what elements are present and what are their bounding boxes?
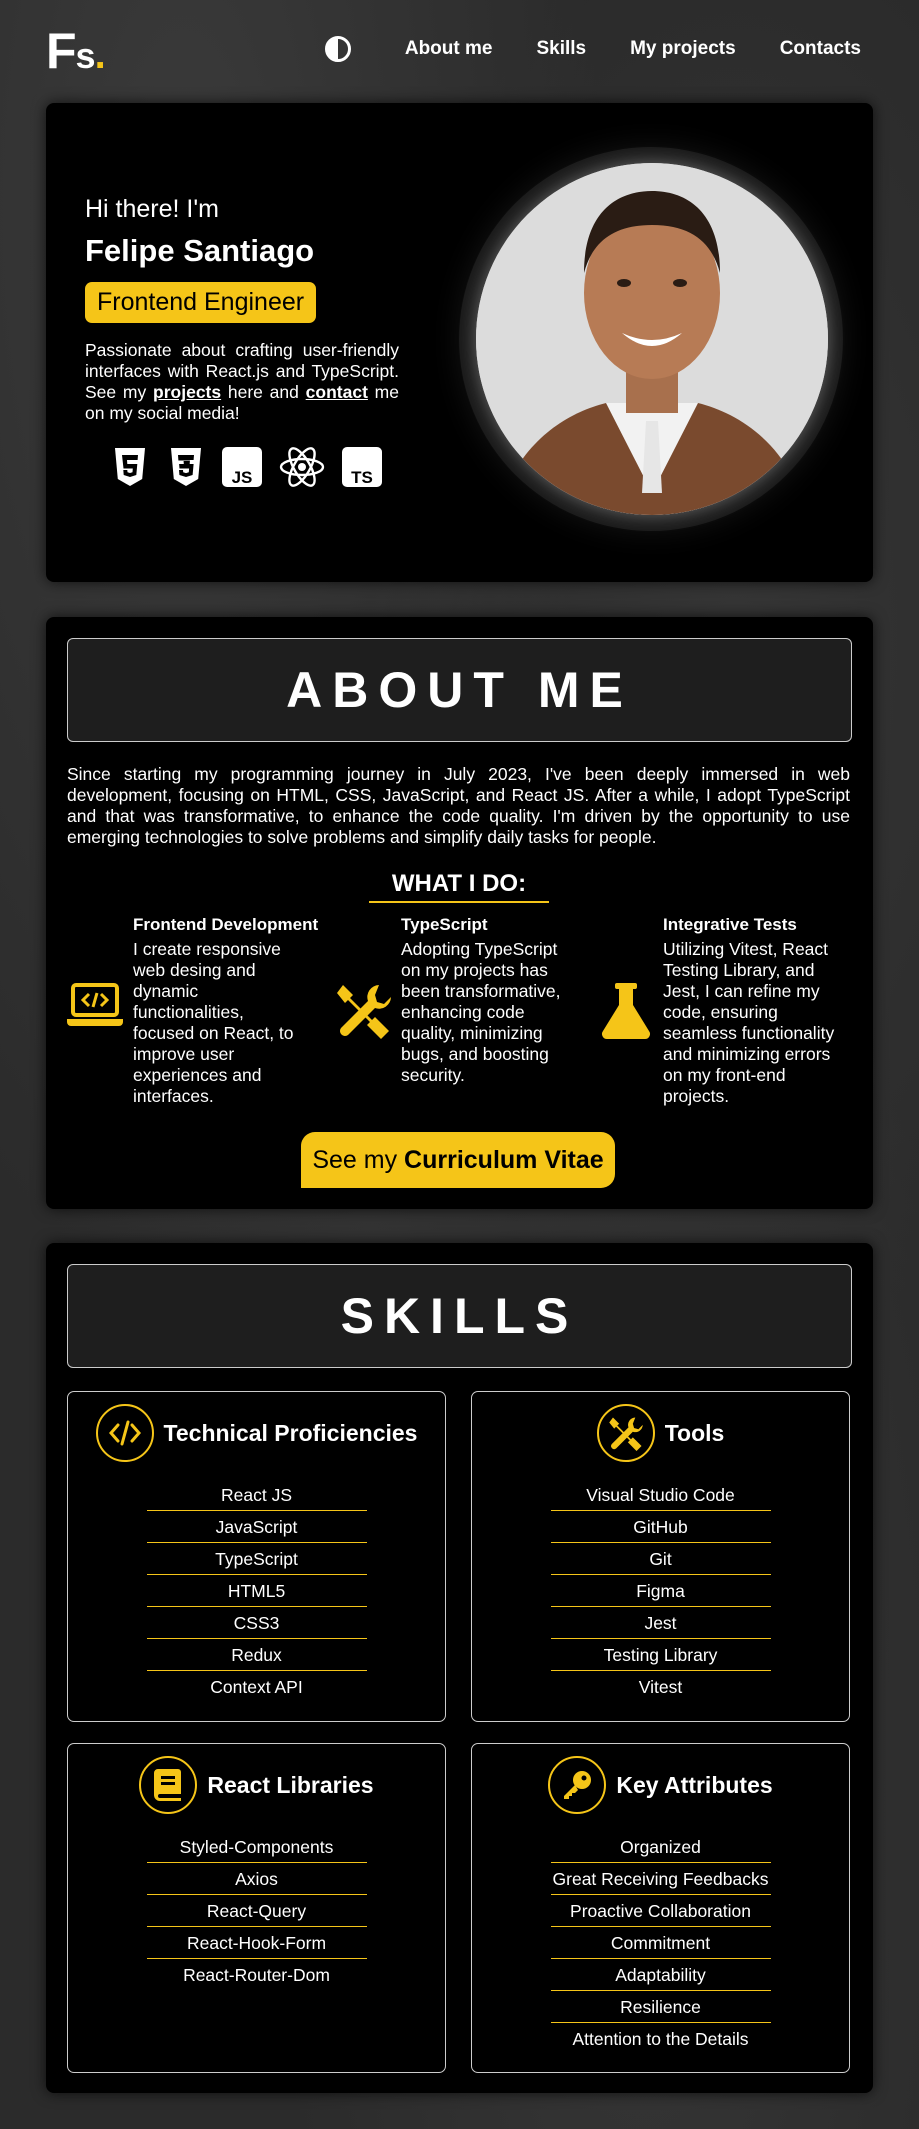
laptop-code-icon bbox=[67, 983, 123, 1032]
list-item: TypeScript bbox=[146, 1543, 367, 1575]
code-icon bbox=[95, 1404, 154, 1462]
list-item: GitHub bbox=[550, 1511, 771, 1543]
service-desc: Adopting TypeScript on my projects has b… bbox=[401, 939, 561, 1085]
list-item: Adaptability bbox=[550, 1959, 771, 1991]
service-desc: Utilizing Vitest, React Testing Library,… bbox=[663, 939, 835, 1106]
logo-f: F bbox=[46, 23, 77, 79]
list-item: React-Query bbox=[146, 1895, 367, 1927]
panel-title: Tools bbox=[664, 1419, 725, 1446]
tools-icon bbox=[596, 1404, 655, 1462]
list-item: CSS3 bbox=[146, 1607, 367, 1639]
react-icon bbox=[278, 447, 326, 487]
logo[interactable]: Fs. bbox=[46, 22, 106, 80]
nav-my-projects[interactable]: My projects bbox=[630, 38, 736, 60]
list-item: Visual Studio Code bbox=[550, 1479, 771, 1511]
curriculum-vitae-button[interactable]: See my Curriculum Vitae bbox=[301, 1132, 615, 1188]
key-icon bbox=[548, 1756, 607, 1814]
service-title: Frontend Development bbox=[133, 915, 319, 934]
tools-icon bbox=[335, 981, 393, 1044]
list-item: React JS bbox=[146, 1479, 367, 1511]
list-item: HTML5 bbox=[146, 1575, 367, 1607]
list-item: Vitest bbox=[638, 1677, 683, 1697]
list-item: Great Receiving Feedbacks bbox=[550, 1863, 771, 1895]
skills-title: SKILLS bbox=[67, 1264, 852, 1368]
list-item: Proactive Collaboration bbox=[550, 1895, 771, 1927]
about-text: Since starting my programming journey in… bbox=[67, 764, 850, 847]
about-title: ABOUT ME bbox=[67, 638, 852, 742]
greeting: Hi there! I'm bbox=[85, 195, 219, 223]
list-item: React-Hook-Form bbox=[146, 1927, 367, 1959]
service-title: TypeScript bbox=[401, 915, 488, 934]
html5-icon bbox=[110, 447, 150, 487]
panel-technical-proficiencies: Technical Proficiencies React JS JavaScr… bbox=[67, 1391, 446, 1722]
tech-icons: JS TS bbox=[110, 447, 382, 487]
panel-header: React Libraries bbox=[68, 1756, 445, 1814]
skill-list: Organized Great Receiving Feedbacks Proa… bbox=[472, 1831, 849, 2055]
js-icon: JS bbox=[222, 447, 262, 487]
list-item: Axios bbox=[146, 1863, 367, 1895]
flask-icon bbox=[601, 983, 651, 1044]
role-badge: Frontend Engineer bbox=[85, 282, 317, 323]
skill-list: Styled-Components Axios React-Query Reac… bbox=[68, 1831, 445, 1991]
list-item: Organized bbox=[550, 1831, 771, 1863]
profile-photo bbox=[476, 163, 828, 515]
panel-key-attributes: Key Attributes Organized Great Receiving… bbox=[471, 1743, 850, 2073]
skill-list: Visual Studio Code GitHub Git Figma Jest… bbox=[472, 1479, 849, 1703]
ts-icon: TS bbox=[342, 447, 382, 487]
css3-icon bbox=[166, 447, 206, 487]
skills-card: SKILLS Technical Proficiencies React JS … bbox=[46, 1243, 873, 2093]
panel-header: Key Attributes bbox=[472, 1756, 849, 1814]
list-item: Testing Library bbox=[550, 1639, 771, 1671]
list-item: JavaScript bbox=[146, 1511, 367, 1543]
hero-card: Hi there! I'm Felipe Santiago Frontend E… bbox=[46, 103, 873, 582]
list-item: Git bbox=[550, 1543, 771, 1575]
skill-list: React JS JavaScript TypeScript HTML5 CSS… bbox=[68, 1479, 445, 1703]
list-item: Figma bbox=[550, 1575, 771, 1607]
list-item: Commitment bbox=[550, 1927, 771, 1959]
nav-about-me[interactable]: About me bbox=[405, 38, 493, 60]
panel-header: Tools bbox=[472, 1404, 849, 1462]
projects-link[interactable]: projects bbox=[153, 382, 221, 402]
ts-label: TS bbox=[351, 468, 373, 487]
panel-tools: Tools Visual Studio Code GitHub Git Figm… bbox=[471, 1391, 850, 1722]
book-icon bbox=[139, 1756, 198, 1814]
panel-react-libraries: React Libraries Styled-Components Axios … bbox=[67, 1743, 446, 2073]
list-item: Resilience bbox=[550, 1991, 771, 2023]
nav-skills[interactable]: Skills bbox=[536, 38, 586, 60]
service-title: Integrative Tests bbox=[663, 915, 797, 934]
logo-s: s bbox=[75, 35, 96, 76]
js-label: JS bbox=[232, 468, 253, 487]
contrast-icon[interactable] bbox=[324, 36, 351, 62]
contact-link[interactable]: contact bbox=[306, 382, 368, 402]
main-nav: About me Skills My projects Contacts bbox=[324, 36, 861, 62]
panel-title: Technical Proficiencies bbox=[163, 1419, 418, 1446]
site-header: Fs. About me Skills My projects Contacts bbox=[0, 0, 919, 100]
panel-title: React Libraries bbox=[207, 1771, 374, 1798]
list-item: Jest bbox=[550, 1607, 771, 1639]
what-i-do-heading: WHAT I DO: bbox=[369, 870, 549, 903]
nav-contacts[interactable]: Contacts bbox=[780, 38, 861, 60]
list-item: React-Router-Dom bbox=[183, 1965, 330, 1985]
list-item: Context API bbox=[210, 1677, 303, 1697]
intro-text: Passionate about crafting user-friendly … bbox=[85, 340, 399, 423]
logo-dot: . bbox=[94, 33, 106, 77]
panel-header: Technical Proficiencies bbox=[68, 1404, 445, 1462]
about-card: ABOUT ME Since starting my programming j… bbox=[46, 617, 873, 1209]
list-item: Attention to the Details bbox=[572, 2029, 749, 2049]
list-item: Redux bbox=[146, 1639, 367, 1671]
panel-title: Key Attributes bbox=[616, 1771, 773, 1798]
hero-name: Felipe Santiago bbox=[85, 233, 315, 268]
service-desc: I create responsive web desing and dynam… bbox=[133, 939, 294, 1106]
list-item: Styled-Components bbox=[146, 1831, 367, 1863]
